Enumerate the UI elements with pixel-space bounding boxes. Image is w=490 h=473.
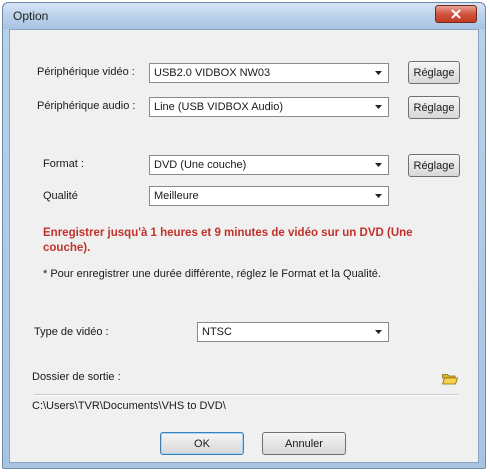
close-icon: [451, 9, 461, 19]
output-folder-path: C:\Users\TVR\Documents\VHS to DVD\: [32, 400, 226, 412]
format-value: DVD (Une couche): [154, 159, 247, 171]
audio-device-value: Line (USB VIDBOX Audio): [154, 101, 284, 113]
audio-settings-button[interactable]: Réglage: [408, 96, 460, 119]
video-type-label: Type de vidéo :: [34, 326, 109, 338]
ok-button[interactable]: OK: [160, 432, 244, 455]
chevron-down-icon: [371, 64, 385, 82]
chevron-down-icon: [371, 98, 385, 116]
video-type-select[interactable]: NTSC: [197, 322, 389, 342]
quality-select[interactable]: Meilleure: [149, 186, 389, 206]
option-dialog: Option Périphérique vidéo : USB2.0 VIDBO…: [2, 2, 486, 469]
dialog-content: Périphérique vidéo : USB2.0 VIDBOX NW03 …: [9, 29, 479, 463]
video-device-select[interactable]: USB2.0 VIDBOX NW03: [149, 63, 389, 83]
format-label: Format :: [43, 158, 84, 170]
window-title: Option: [13, 9, 49, 23]
audio-device-label: Périphérique audio :: [37, 100, 136, 112]
output-folder-label: Dossier de sortie :: [32, 371, 121, 383]
video-type-value: NTSC: [202, 326, 232, 338]
capacity-note: * Pour enregistrer une durée différente,…: [43, 268, 381, 280]
chevron-down-icon: [371, 156, 385, 174]
video-device-value: USB2.0 VIDBOX NW03: [154, 67, 271, 79]
chevron-down-icon: [371, 323, 385, 341]
quality-label: Qualité: [43, 190, 78, 202]
separator: [34, 394, 458, 396]
chevron-down-icon: [371, 187, 385, 205]
format-select[interactable]: DVD (Une couche): [149, 155, 389, 175]
folder-icon[interactable]: [441, 373, 459, 385]
video-device-label: Périphérique vidéo :: [37, 66, 135, 78]
video-settings-button[interactable]: Réglage: [408, 61, 460, 84]
quality-value: Meilleure: [154, 190, 199, 202]
audio-device-select[interactable]: Line (USB VIDBOX Audio): [149, 97, 389, 117]
format-settings-button[interactable]: Réglage: [408, 154, 460, 177]
title-bar[interactable]: Option: [3, 3, 485, 29]
cancel-button[interactable]: Annuler: [262, 432, 346, 455]
close-button[interactable]: [435, 5, 477, 23]
capacity-warning: Enregistrer jusqu'à 1 heures et 9 minute…: [43, 227, 413, 254]
